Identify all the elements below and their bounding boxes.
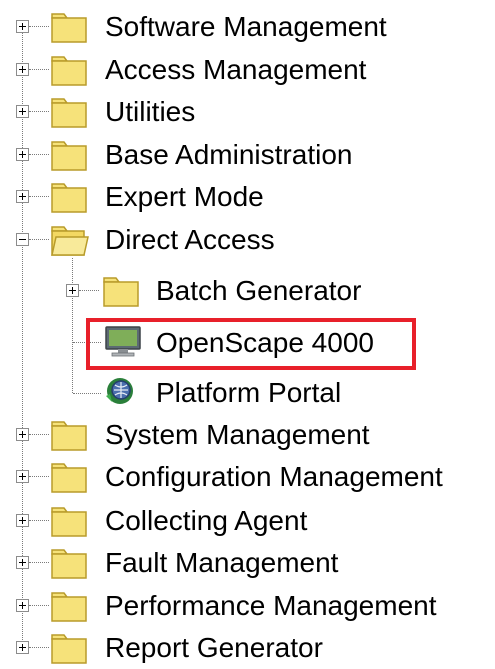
open-folder-icon: [51, 226, 89, 256]
tree-connector: [29, 239, 49, 240]
tree-item-label: Software Management: [105, 11, 387, 42]
expand-icon[interactable]: [16, 148, 29, 161]
tree-connector: [29, 647, 49, 648]
tree-item-label: Batch Generator: [156, 275, 362, 306]
expand-icon[interactable]: [16, 190, 29, 203]
tree-item-report-generator[interactable]: Report Generator: [0, 627, 495, 669]
tree-item-label: Base Administration: [105, 139, 353, 170]
tree-connector: [29, 26, 49, 27]
tree-item-utilities[interactable]: Utilities: [0, 91, 495, 133]
tree-connector: [29, 605, 49, 606]
tree-item-platform-portal[interactable]: Platform Portal: [0, 370, 495, 412]
tree-item-label: Collecting Agent: [105, 505, 308, 536]
folder-icon: [51, 141, 87, 171]
folder-icon: [51, 507, 87, 537]
expand-icon[interactable]: [66, 284, 79, 297]
tree-item-label: Access Management: [105, 54, 367, 85]
tree-connector: [73, 393, 101, 394]
tree-item-batch-generator[interactable]: Batch Generator: [0, 270, 495, 312]
tree-item-label: Report Generator: [105, 632, 323, 663]
expand-icon[interactable]: [16, 599, 29, 612]
folder-icon: [51, 98, 87, 128]
tree-item-fault-management[interactable]: Fault Management: [0, 542, 495, 584]
folder-icon: [51, 549, 87, 579]
tree-connector: [29, 434, 49, 435]
tree-item-base-administration[interactable]: Base Administration: [0, 134, 495, 176]
tree-item-software-management[interactable]: Software Management: [0, 6, 495, 48]
tree-item-label: Utilities: [105, 96, 196, 127]
tree-item-label: Platform Portal: [156, 377, 342, 408]
expand-icon[interactable]: [16, 105, 29, 118]
folder-icon: [51, 421, 87, 451]
tree-item-system-management[interactable]: System Management: [0, 414, 495, 456]
tree-connector: [29, 476, 49, 477]
folder-icon: [51, 13, 87, 43]
expand-icon[interactable]: [16, 556, 29, 569]
tree-item-label: Fault Management: [105, 547, 339, 578]
tree-item-expert-mode[interactable]: Expert Mode: [0, 176, 495, 218]
expand-icon[interactable]: [16, 514, 29, 527]
selection-highlight: [86, 318, 416, 370]
tree-item-performance-management[interactable]: Performance Management: [0, 585, 495, 627]
portal-icon: [106, 378, 133, 404]
tree-item-configuration-management[interactable]: Configuration Management: [0, 456, 495, 498]
tree-connector: [29, 69, 49, 70]
tree-item-label: Configuration Management: [105, 461, 443, 492]
tree-connector: [29, 154, 49, 155]
tree-item-label: System Management: [105, 419, 370, 450]
tree-item-direct-access[interactable]: Direct Access: [0, 219, 495, 261]
tree-connector: [29, 520, 49, 521]
collapse-icon[interactable]: [16, 233, 29, 246]
tree-connector: [29, 111, 49, 112]
tree-item-collecting-agent[interactable]: Collecting Agent: [0, 500, 495, 542]
tree-connector: [79, 290, 99, 291]
tree-item-label: Expert Mode: [105, 181, 264, 212]
expand-icon[interactable]: [16, 641, 29, 654]
tree-item-label: Direct Access: [105, 224, 275, 255]
tree-item-label: Performance Management: [105, 590, 437, 621]
folder-icon: [51, 56, 87, 86]
tree-connector: [29, 562, 49, 563]
folder-icon: [51, 634, 87, 664]
expand-icon[interactable]: [16, 20, 29, 33]
folder-icon: [51, 463, 87, 493]
tree-item-access-management[interactable]: Access Management: [0, 49, 495, 91]
tree-connector: [29, 196, 49, 197]
navigation-tree: Software Management Access Management Ut…: [0, 0, 495, 669]
folder-icon: [51, 592, 87, 622]
expand-icon[interactable]: [16, 428, 29, 441]
folder-icon: [51, 183, 87, 213]
expand-icon[interactable]: [16, 63, 29, 76]
folder-icon: [103, 277, 139, 307]
expand-icon[interactable]: [16, 470, 29, 483]
